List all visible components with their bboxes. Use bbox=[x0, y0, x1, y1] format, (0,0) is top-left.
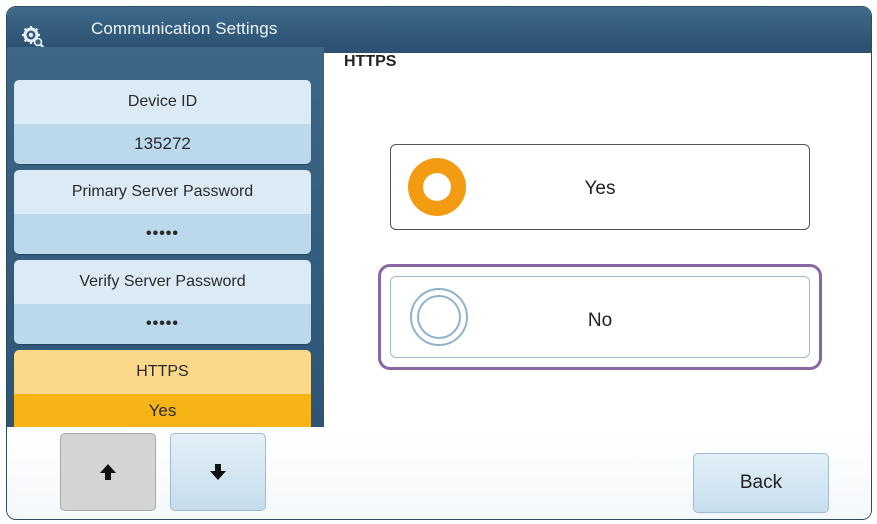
option-yes[interactable]: Yes bbox=[390, 144, 810, 230]
scroll-down-button[interactable] bbox=[170, 433, 266, 511]
back-button[interactable]: Back bbox=[693, 453, 829, 513]
option-label: Yes bbox=[584, 178, 616, 199]
scroll-up-button[interactable] bbox=[60, 433, 156, 511]
setting-value: ••••• bbox=[14, 304, 311, 344]
title-bar: Communication Settings bbox=[7, 7, 871, 49]
option-label: No bbox=[587, 310, 613, 331]
setting-device-id[interactable]: Device ID 135272 bbox=[14, 80, 311, 164]
option-no[interactable]: No bbox=[390, 276, 810, 358]
gear-search-icon bbox=[22, 26, 45, 49]
detail-panel-top-edge bbox=[324, 47, 871, 53]
setting-value: ••••• bbox=[14, 214, 311, 254]
page-title: Communication Settings bbox=[91, 19, 278, 38]
setting-label: Device ID bbox=[14, 80, 311, 124]
setting-label: HTTPS bbox=[14, 350, 311, 394]
setting-label: Primary Server Password bbox=[14, 170, 311, 214]
setting-verify-server-password[interactable]: Verify Server Password ••••• bbox=[14, 260, 311, 344]
setting-primary-server-password[interactable]: Primary Server Password ••••• bbox=[14, 170, 311, 254]
setting-value: Yes bbox=[14, 394, 311, 428]
app-window: Communication Settings HTTPS Device ID 1… bbox=[6, 6, 872, 520]
arrow-up-icon bbox=[100, 464, 116, 480]
section-title: HTTPS bbox=[344, 53, 397, 70]
setting-https[interactable]: HTTPS Yes bbox=[14, 350, 311, 428]
arrow-down-icon bbox=[210, 464, 226, 480]
setting-value: 135272 bbox=[14, 124, 311, 164]
setting-label: Verify Server Password bbox=[14, 260, 311, 304]
